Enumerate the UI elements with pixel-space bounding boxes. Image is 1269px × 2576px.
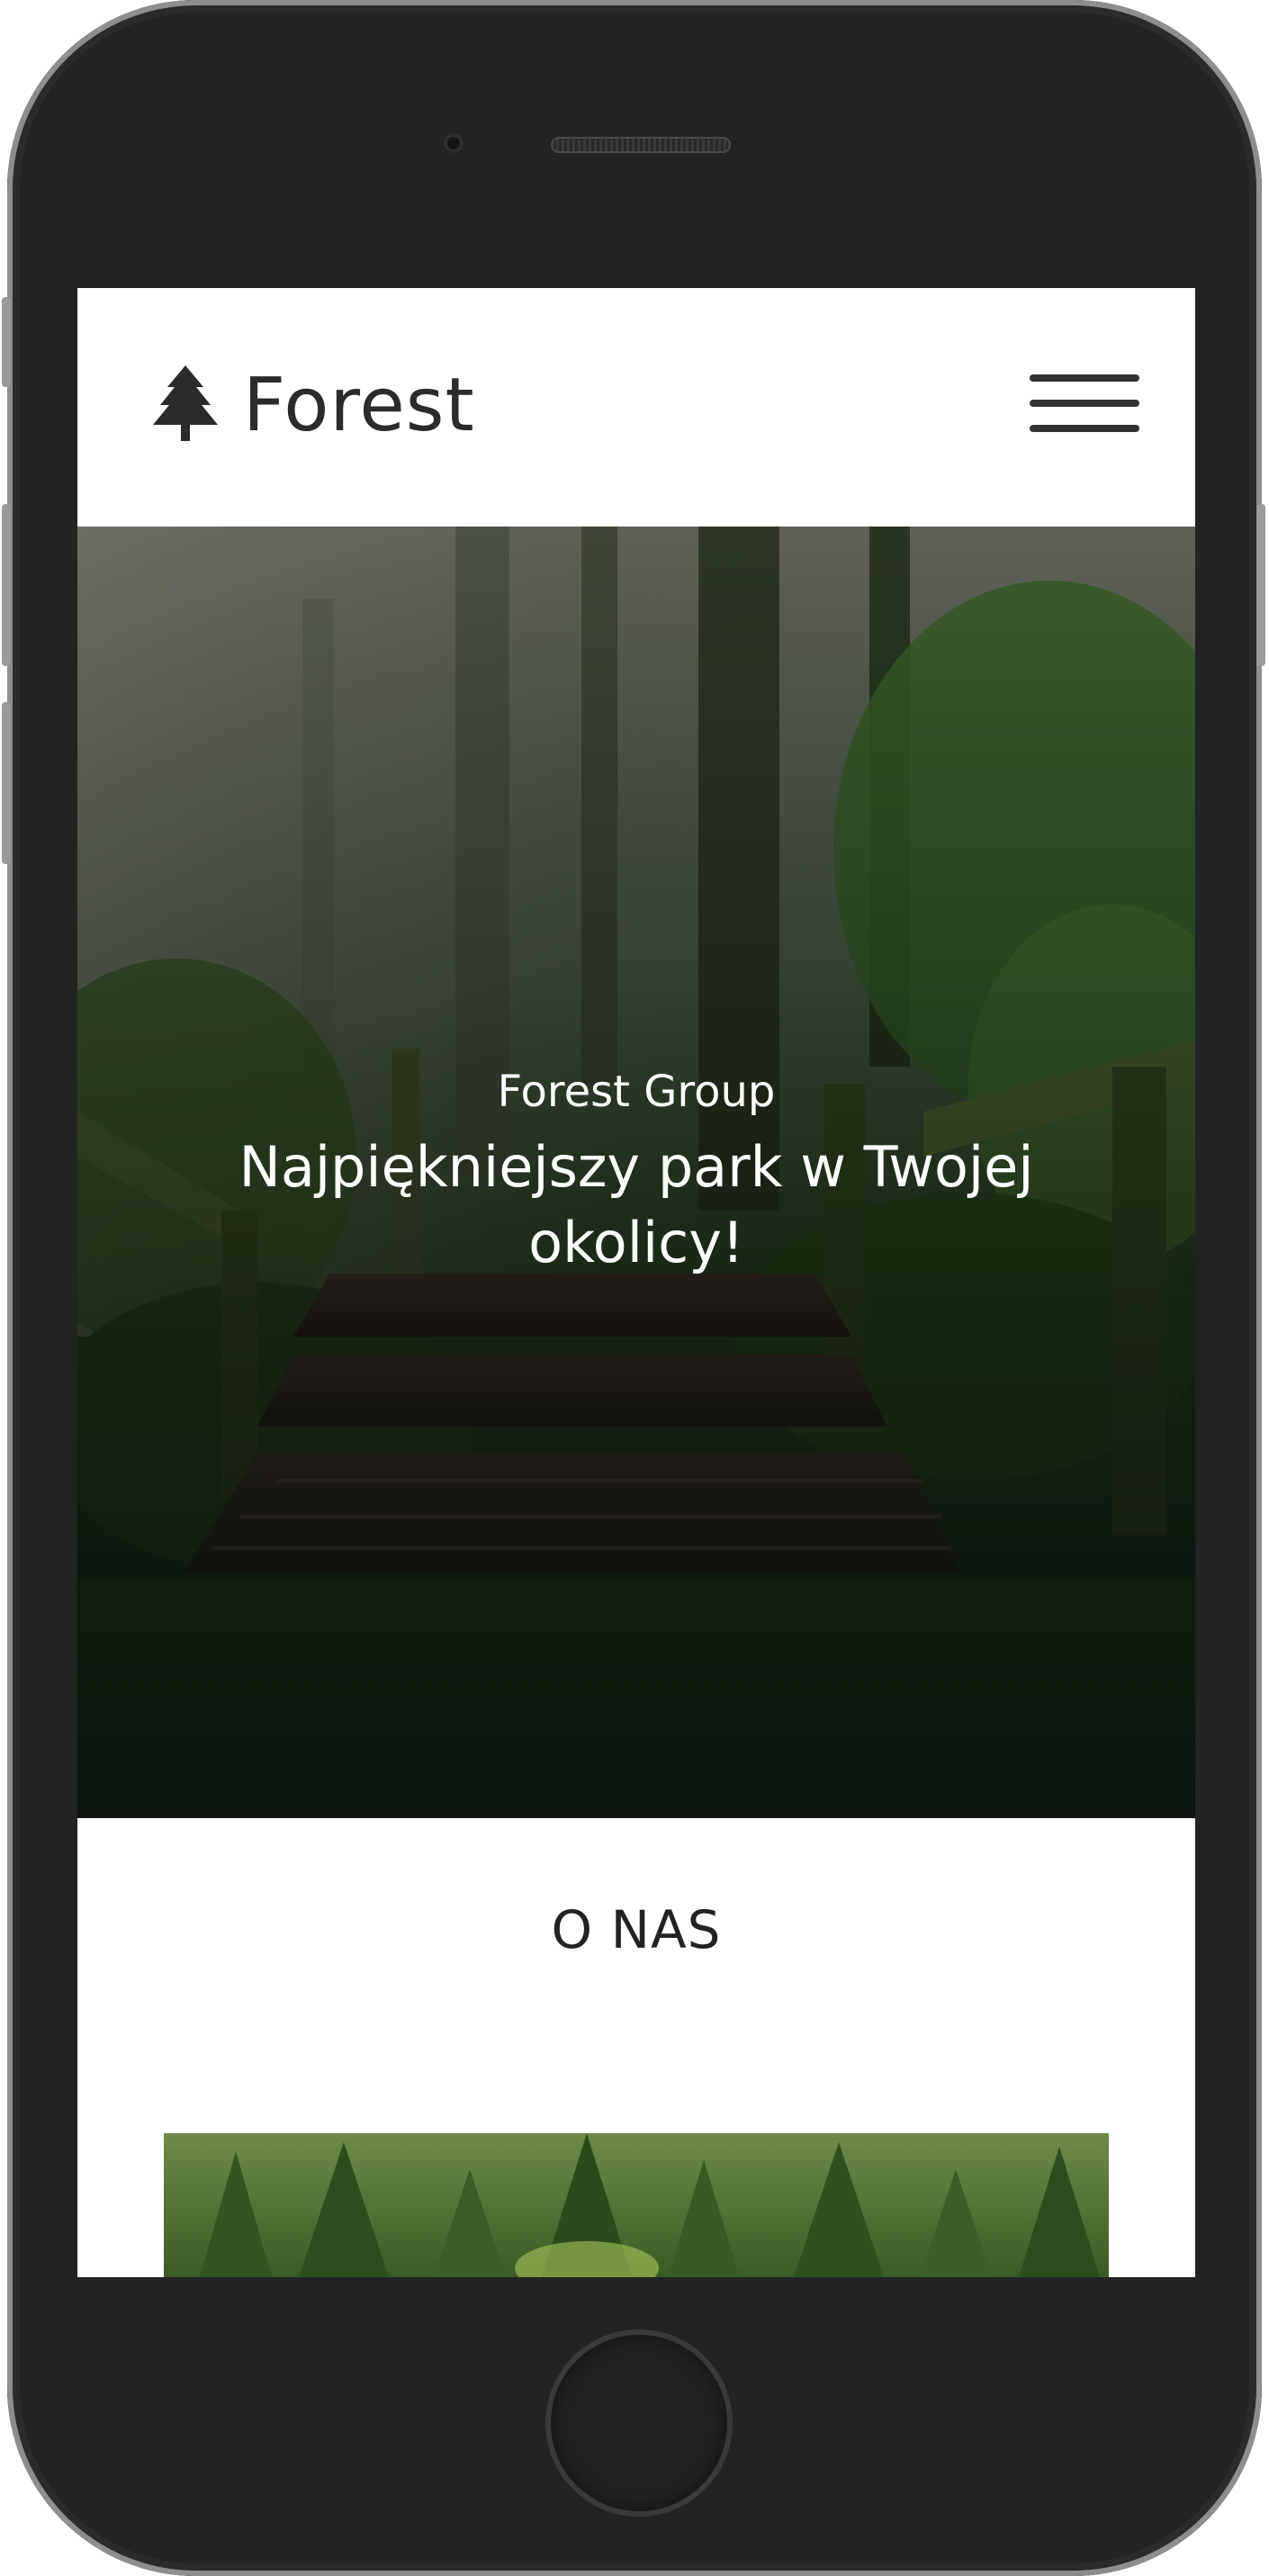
volume-up-button: [2, 504, 11, 666]
tree-icon: [153, 365, 218, 441]
about-heading: O NAS: [551, 1899, 722, 1960]
hero-subtitle: Forest Group: [497, 1067, 776, 1117]
earpiece-speaker: [551, 137, 731, 153]
mute-switch: [2, 297, 11, 387]
volume-down-button: [2, 702, 11, 864]
about-forest-image: [164, 2133, 1109, 2277]
power-button: [1256, 504, 1265, 666]
hero-title: Najpiękniejszy park w Twojej okolicy!: [238, 1134, 1034, 1275]
phone-screen: Forest Forest Group Najpiękniejszy park …: [77, 288, 1195, 2277]
home-button[interactable]: [551, 2335, 727, 2511]
phone-frame: Forest Forest Group Najpiękniejszy park …: [2, 0, 1265, 2576]
hero-section: Forest Group Najpiękniejszy park w Twoje…: [77, 527, 1195, 1818]
brand-logo-link[interactable]: Forest: [151, 360, 475, 450]
front-camera: [444, 133, 464, 153]
brand-name: Forest: [243, 362, 475, 448]
navbar: Forest: [77, 288, 1195, 527]
hamburger-menu-icon[interactable]: [1030, 367, 1139, 439]
